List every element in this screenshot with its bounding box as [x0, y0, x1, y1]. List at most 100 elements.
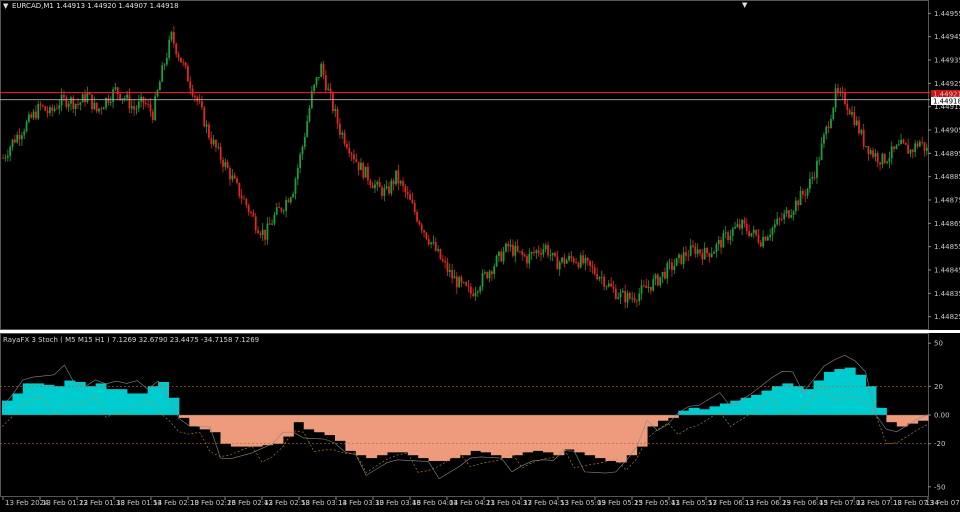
candle-body — [32, 111, 35, 118]
candle-body — [706, 247, 708, 253]
indicator-bar — [241, 415, 253, 447]
candle-body — [51, 107, 54, 111]
indicator-bar — [605, 415, 617, 461]
candle-body — [748, 231, 751, 237]
candle-body — [582, 255, 584, 264]
candle-body — [388, 186, 390, 194]
indicator-bar — [626, 415, 638, 456]
candle-body — [872, 150, 874, 157]
price-tick-label: 1.44895 — [934, 150, 960, 158]
candle-body — [264, 229, 266, 240]
candle-body — [638, 293, 641, 302]
indicator-bar — [584, 415, 596, 456]
candle-body — [91, 94, 93, 110]
candle-body — [572, 258, 575, 263]
candle-body — [460, 277, 463, 283]
symbol-header: EURCAD,M1 1.44913 1.44920 1.44907 1.4491… — [12, 2, 179, 10]
indicator-bar — [543, 415, 554, 453]
candle-body — [607, 283, 610, 287]
candle-body — [161, 65, 164, 82]
candle-body — [801, 191, 804, 195]
candle-body — [526, 256, 528, 264]
candle-body — [177, 54, 180, 58]
indicator-bar — [355, 415, 367, 456]
candle-body — [86, 92, 89, 103]
candle-body — [722, 232, 725, 248]
candle-body — [385, 186, 388, 189]
price-tick-label: 1.44855 — [934, 243, 960, 251]
candle-body — [673, 265, 676, 270]
candle-body — [593, 267, 596, 274]
candle-body — [523, 254, 526, 257]
pane-separator[interactable] — [0, 330, 960, 333]
candle-body — [49, 107, 51, 114]
candle-body — [437, 249, 440, 251]
candle-body — [565, 260, 568, 264]
candle-body — [420, 224, 423, 231]
candle-body — [439, 249, 442, 260]
candle-body — [902, 139, 905, 143]
chart-canvas[interactable]: 1.449551.449451.449351.449251.449151.449… — [0, 0, 960, 508]
candle-body — [830, 118, 832, 129]
candle-body — [74, 103, 77, 109]
price-tick-label: 1.44825 — [934, 313, 960, 321]
indicator-bar — [511, 415, 523, 456]
candle-body — [645, 285, 648, 288]
indicator-bar — [22, 383, 34, 415]
candle-body — [13, 139, 16, 143]
candle-body — [362, 162, 365, 178]
triangle-down-icon[interactable]: ▼ — [3, 2, 9, 10]
candle-body — [664, 271, 666, 279]
candle-body — [30, 114, 33, 118]
candle-body — [490, 271, 493, 275]
candle-body — [418, 221, 421, 225]
indicator-tick-label: 0.00 — [934, 412, 950, 420]
candle-body — [540, 253, 542, 255]
indicator-bar — [595, 415, 606, 459]
candle-body — [381, 187, 383, 196]
candle-body — [313, 84, 316, 92]
candle-body — [745, 223, 748, 232]
candle-body — [661, 271, 664, 277]
candle-body — [149, 104, 152, 112]
candle-body — [883, 153, 886, 163]
candle-body — [776, 218, 779, 225]
time-tick-label: 13 Feb 07:50 — [925, 499, 960, 507]
candle-body — [720, 239, 722, 248]
indicator-bar — [386, 415, 398, 453]
candle-body — [189, 81, 192, 89]
candle-body — [294, 179, 297, 194]
candle-body — [77, 103, 79, 105]
price-tick-label: 1.44845 — [934, 267, 960, 275]
candle-body — [614, 288, 617, 299]
chart-window[interactable]: 1.449551.449451.449351.449251.449151.449… — [0, 0, 960, 508]
candle-body — [591, 265, 594, 268]
indicator-bar — [875, 407, 887, 415]
candle-body — [402, 181, 404, 187]
indicator-bar — [282, 415, 294, 437]
candle-body — [495, 256, 498, 267]
candle-body — [467, 285, 470, 287]
candle-body — [512, 244, 514, 256]
candle-body — [378, 182, 381, 188]
candle-body — [126, 94, 129, 99]
candle-body — [282, 210, 285, 212]
candle-body — [551, 252, 554, 256]
candle-body — [671, 262, 673, 270]
candle-body — [383, 188, 386, 196]
candle-body — [271, 223, 273, 225]
indicator-tick-label: -50 — [934, 483, 945, 491]
chart-scroll-marker-icon[interactable]: ▼ — [742, 1, 748, 9]
candle-body — [278, 207, 280, 208]
candle-body — [430, 242, 432, 245]
candle-body — [9, 146, 12, 156]
candle-body — [137, 101, 140, 109]
indicator-bar — [397, 415, 409, 453]
candle-body — [628, 292, 631, 299]
indicator-bar — [74, 381, 86, 415]
candle-body — [542, 249, 545, 255]
candle-body — [519, 251, 521, 252]
indicator-bar — [303, 415, 315, 430]
indicator-bar — [438, 415, 450, 461]
candle-body — [804, 194, 807, 196]
